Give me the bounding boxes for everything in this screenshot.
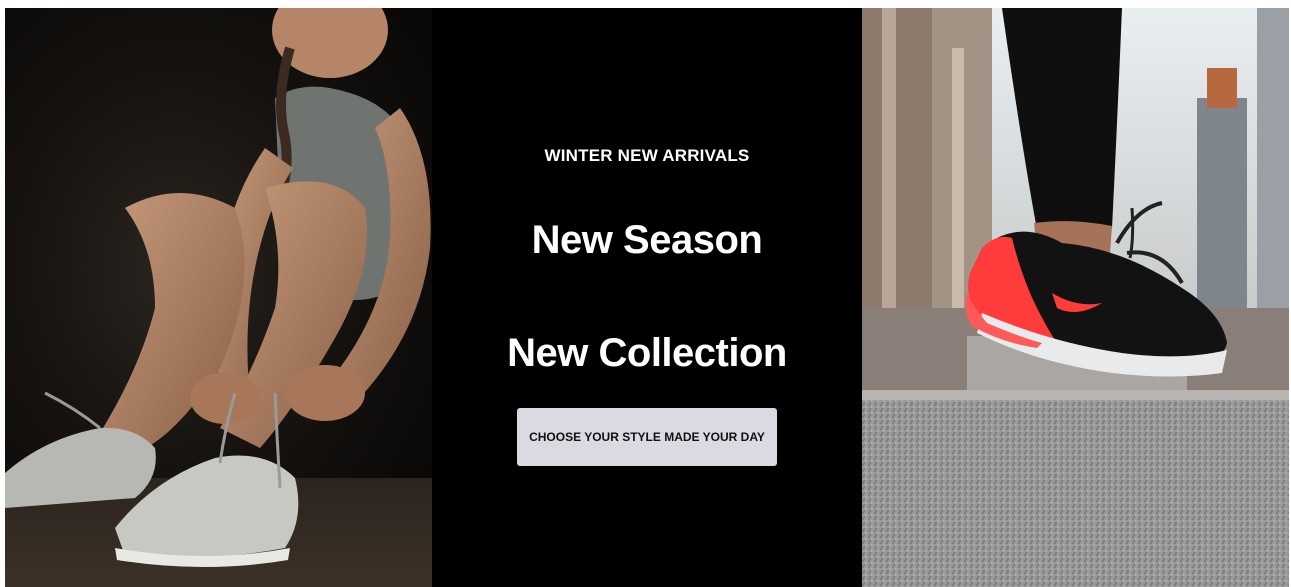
hero-image-left — [5, 8, 432, 587]
headline-new-season: New Season — [531, 218, 763, 262]
headline-new-collection: New Collection — [507, 331, 787, 375]
woman-tying-sneakers-photo — [5, 8, 432, 587]
hero-text-panel: WINTER NEW ARRIVALS New Season New Colle… — [432, 8, 862, 587]
choose-style-button[interactable]: CHOOSE YOUR STYLE MADE YOUR DAY — [517, 408, 777, 466]
hero-banner: WINTER NEW ARRIVALS New Season New Colle… — [5, 8, 1289, 587]
hero-image-right — [862, 8, 1289, 587]
eyebrow-text: WINTER NEW ARRIVALS — [544, 146, 750, 165]
sneaker-jump-photo — [862, 8, 1289, 587]
